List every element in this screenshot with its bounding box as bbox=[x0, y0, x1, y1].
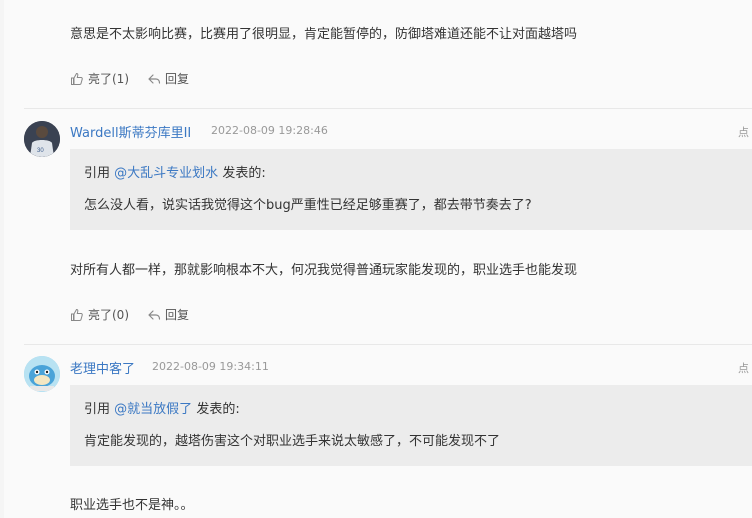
like-button[interactable]: 亮了(1) bbox=[70, 70, 129, 87]
quote-header: 引用 @就当放假了 发表的: bbox=[84, 398, 240, 417]
reply-button[interactable]: 回复 bbox=[147, 70, 189, 87]
quote-text: 肯定能发现的，越塔伤害这个对职业选手来说太敏感了，不可能发现不了 bbox=[84, 434, 501, 449]
reply-button[interactable]: 回复 bbox=[147, 306, 189, 323]
timestamp: 2022-08-09 19:28:46 bbox=[211, 124, 328, 137]
post-actions: 亮了(0) 回复 bbox=[70, 306, 189, 323]
username[interactable]: 老理中客了 bbox=[70, 358, 135, 377]
thumb-up-icon bbox=[71, 308, 83, 321]
floor-link[interactable]: 点 bbox=[738, 360, 749, 376]
avatar-image: 30 bbox=[24, 121, 60, 157]
quote-prefix: 引用 bbox=[84, 402, 111, 417]
like-button[interactable]: 亮了(0) bbox=[70, 306, 129, 323]
like-label: 亮了(1) bbox=[88, 72, 129, 86]
floor-link[interactable]: 点 bbox=[738, 124, 749, 140]
post-content: 对所有人都一样，那就影响根本不大，何况我觉得普通玩家能发现的，职业选手也能发现 bbox=[70, 263, 578, 278]
avatar-image bbox=[24, 356, 60, 392]
username[interactable]: Wardell斯蒂芬库里II bbox=[70, 122, 191, 141]
reply-label: 回复 bbox=[165, 72, 190, 86]
post-content: 意思是不太影响比赛，比赛用了很明显，肯定能暂停的，防御塔难道还能不让对面越塔吗 bbox=[70, 27, 578, 42]
timestamp: 2022-08-09 19:34:11 bbox=[152, 360, 269, 373]
quote-user-link[interactable]: @大乱斗专业划水 bbox=[114, 166, 218, 181]
thumb-up-icon bbox=[71, 72, 83, 85]
quote-suffix: 发表的: bbox=[196, 402, 240, 417]
reply-arrow-icon bbox=[148, 73, 161, 84]
reply-arrow-icon bbox=[148, 309, 161, 320]
quote-block: 引用 @大乱斗专业划水 发表的: 怎么没人看，说实话我觉得这个bug严重性已经足… bbox=[70, 149, 752, 230]
avatar[interactable]: 30 bbox=[24, 121, 60, 157]
quote-text: 怎么没人看，说实话我觉得这个bug严重性已经足够重赛了，都去带节奏去了? bbox=[84, 198, 532, 213]
like-label: 亮了(0) bbox=[88, 308, 129, 322]
quote-block: 引用 @就当放假了 发表的: 肯定能发现的，越塔伤害这个对职业选手来说太敏感了，… bbox=[70, 385, 752, 466]
post-actions: 亮了(1) 回复 bbox=[70, 70, 189, 87]
quote-user-link[interactable]: @就当放假了 bbox=[114, 402, 192, 417]
svg-text:30: 30 bbox=[37, 148, 44, 154]
post-content: 职业选手也不是神。。 bbox=[70, 498, 194, 513]
page: 意思是不太影响比赛，比赛用了很明显，肯定能暂停的，防御塔难道还能不让对面越塔吗 … bbox=[0, 0, 752, 518]
quote-suffix: 发表的: bbox=[222, 166, 266, 181]
quote-prefix: 引用 bbox=[84, 166, 111, 181]
avatar[interactable] bbox=[24, 356, 60, 392]
reply-label: 回复 bbox=[165, 308, 190, 322]
divider bbox=[24, 108, 752, 109]
divider bbox=[24, 344, 752, 345]
quote-header: 引用 @大乱斗专业划水 发表的: bbox=[84, 162, 266, 181]
